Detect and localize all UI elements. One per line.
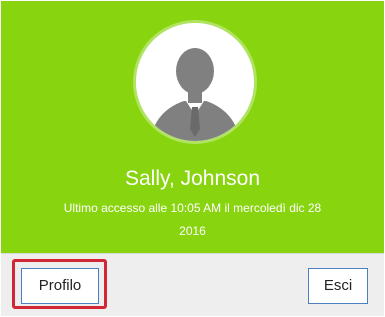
user-silhouette-icon bbox=[136, 23, 254, 141]
logout-button[interactable]: Esci bbox=[308, 268, 368, 304]
last-access-text: Ultimo accesso alle 10:05 AM il mercoled… bbox=[31, 197, 354, 243]
last-access-line1: Ultimo accesso alle 10:05 AM il mercoled… bbox=[63, 201, 322, 215]
last-access-line2: 2016 bbox=[179, 224, 206, 238]
user-name: Sally, Johnson bbox=[124, 167, 261, 190]
avatar bbox=[136, 23, 254, 141]
user-profile-card: Sally, Johnson Ultimo accesso alle 10:05… bbox=[0, 0, 385, 317]
profile-actions: Profilo Esci bbox=[1, 253, 384, 316]
profile-header: Sally, Johnson Ultimo accesso alle 10:05… bbox=[1, 1, 384, 253]
profile-button[interactable]: Profilo bbox=[21, 268, 99, 304]
